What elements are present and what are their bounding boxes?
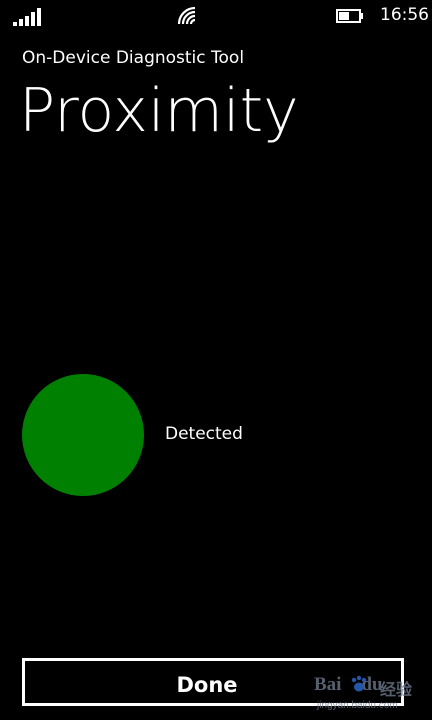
battery-icon (336, 9, 363, 23)
status-bar: 16:56 (0, 0, 432, 34)
done-button-label: Done (176, 673, 238, 697)
watermark-url: jingyan.baidu.com (317, 700, 398, 711)
signal-bars-icon (13, 8, 41, 26)
page-title: Proximity (19, 76, 299, 146)
watermark-tag: 经验 (380, 680, 413, 699)
watermark-brand: Bai du (314, 674, 383, 696)
app-name: On-Device Diagnostic Tool (22, 48, 245, 68)
watermark: Bai du 经验 jingyan.baidu.com (312, 672, 430, 718)
status-time: 16:56 (380, 5, 429, 25)
wifi-icon (177, 6, 196, 25)
paw-icon (351, 675, 367, 692)
proximity-indicator (22, 374, 144, 496)
watermark-brand-left: Bai (314, 674, 342, 695)
proximity-status-text: Detected (165, 424, 243, 444)
